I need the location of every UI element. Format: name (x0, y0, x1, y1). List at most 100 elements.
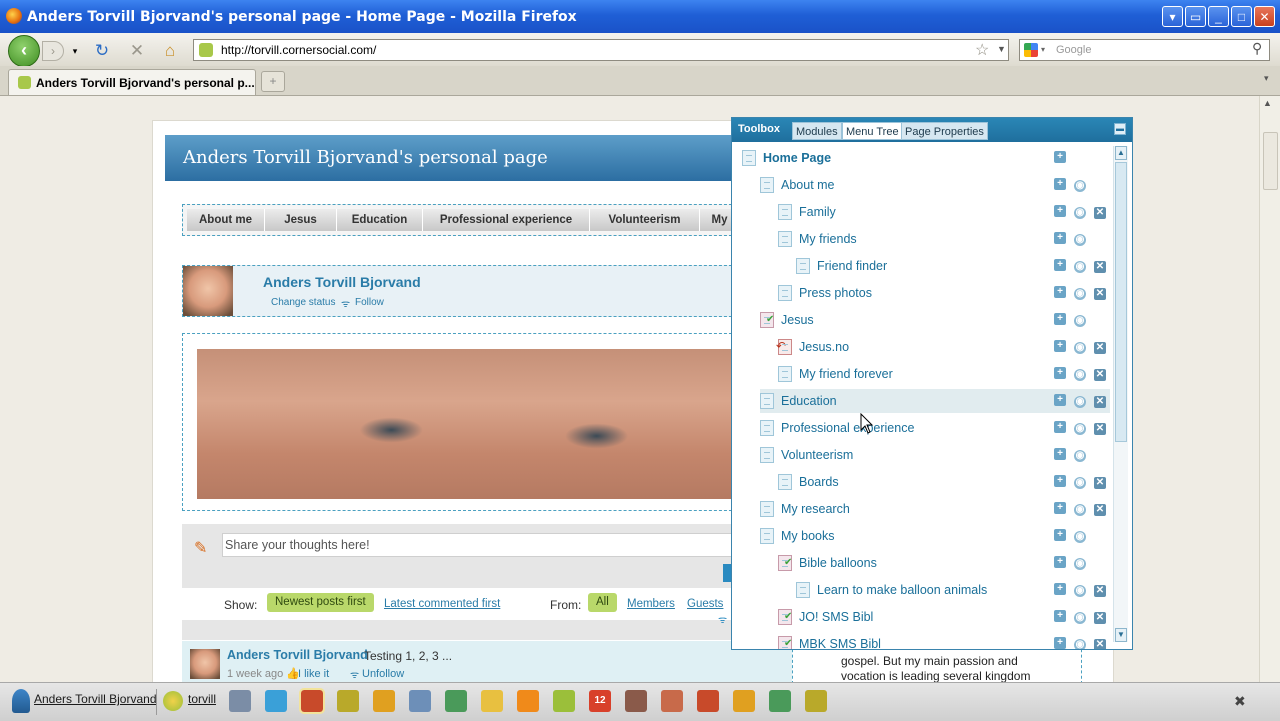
change-status-link[interactable]: Change status (271, 297, 336, 308)
delete-icon[interactable]: ✕ (1094, 369, 1106, 381)
scrollbar-thumb[interactable] (1115, 162, 1127, 442)
visibility-icon[interactable]: ◉ (1074, 585, 1086, 597)
delete-icon[interactable]: ✕ (1094, 477, 1106, 489)
delete-icon[interactable]: ✕ (1094, 396, 1106, 408)
tree-item-press-photos[interactable]: Press photos + ◉ ✕ (732, 282, 1112, 304)
history-dropdown-icon[interactable]: ▾ (65, 41, 85, 61)
add-subpage-icon[interactable]: + (1054, 367, 1066, 379)
search-bar[interactable]: ▾ Google ⚲ (1019, 39, 1270, 61)
tree-item-label[interactable]: My friend forever (799, 363, 893, 385)
google-icon[interactable] (1024, 43, 1038, 57)
url-dropdown-icon[interactable]: ▼ (997, 44, 1006, 54)
forward-button[interactable]: › (42, 41, 64, 61)
filmstrip-icon[interactable] (625, 690, 647, 712)
back-button[interactable]: ‹ (8, 35, 40, 67)
tree-item-professional-experience[interactable]: Professional experience + ◉ ✕ (732, 417, 1112, 439)
search-icon[interactable]: ⚲ (1252, 40, 1262, 57)
add-subpage-icon[interactable]: + (1054, 232, 1066, 244)
layout-icon[interactable] (299, 688, 325, 714)
tree-item-label[interactable]: MBK SMS Bibl (799, 633, 881, 649)
tree-item-label[interactable]: Jesus (781, 309, 814, 331)
latest-commented-first-link[interactable]: Latest commented first (384, 598, 500, 610)
people-icon[interactable] (661, 690, 683, 712)
scroll-down-icon[interactable]: ▼ (1115, 628, 1127, 642)
tree-item-volunteerism[interactable]: Volunteerism + ◉ (732, 444, 1112, 466)
delete-icon[interactable]: ✕ (1094, 639, 1106, 649)
scrollbar-thumb[interactable] (1263, 132, 1278, 190)
delete-icon[interactable]: ✕ (1094, 288, 1106, 300)
tree-item-label[interactable]: Education (781, 390, 837, 412)
tree-item-my-friends[interactable]: My friends + ◉ (732, 228, 1112, 250)
delete-icon[interactable]: ✕ (1094, 612, 1106, 624)
filter-guests-link[interactable]: Guests (687, 598, 723, 610)
calendar-icon[interactable]: 12 (589, 690, 611, 712)
share-placeholder[interactable]: Share your thoughts here! (225, 538, 370, 552)
tree-item-bible-balloons[interactable]: Bible balloons + ◉ (732, 552, 1112, 574)
tree-item-label[interactable]: Bible balloons (799, 552, 877, 574)
add-subpage-icon[interactable]: + (1054, 583, 1066, 595)
tree-item-jesus[interactable]: Jesus + ◉ (732, 309, 1112, 331)
tree-item-friend-finder[interactable]: Friend finder + ◉ ✕ (732, 255, 1112, 277)
delete-icon[interactable]: ✕ (1094, 342, 1106, 354)
stop-icon[interactable]: ✕ (127, 41, 147, 61)
tree-item-label[interactable]: My books (781, 525, 835, 547)
visibility-icon[interactable]: ◉ (1074, 207, 1086, 219)
tree-item-home-page[interactable]: Home Page + (732, 147, 1112, 169)
layout-icon[interactable] (697, 690, 719, 712)
visibility-icon[interactable]: ◉ (1074, 531, 1086, 543)
visibility-icon[interactable]: ◉ (1074, 558, 1086, 570)
image-icon[interactable] (769, 690, 791, 712)
minimize-button[interactable]: _ (1208, 6, 1229, 27)
profile-name[interactable]: Anders Torvill Bjorvand (263, 274, 421, 290)
visibility-icon[interactable]: ◉ (1074, 423, 1086, 435)
newest-posts-first-button[interactable]: Newest posts first (267, 593, 374, 612)
tab-list-icon[interactable]: ▾ (1264, 73, 1269, 84)
close-bar-icon[interactable]: ✖ (1234, 693, 1246, 710)
add-subpage-icon[interactable]: + (1054, 394, 1066, 406)
add-subpage-icon[interactable]: + (1054, 286, 1066, 298)
add-subpage-icon[interactable]: + (1054, 448, 1066, 460)
add-subpage-icon[interactable]: + (1054, 313, 1066, 325)
tree-item-about-me[interactable]: About me + ◉ (732, 174, 1112, 196)
tree-item-label[interactable]: Jesus.no (799, 336, 849, 358)
add-subpage-icon[interactable]: + (1054, 178, 1066, 190)
tree-item-label[interactable]: Learn to make balloon animals (817, 579, 987, 601)
tree-item-my-friend-forever[interactable]: My friend forever + ◉ ✕ (732, 363, 1112, 385)
tab-modules[interactable]: Modules (792, 122, 842, 140)
tree-item-jo-sms-bibl[interactable]: JO! SMS Bibl + ◉ ✕ (732, 606, 1112, 628)
url-text[interactable]: http://torvill.cornersocial.com/ (221, 43, 376, 57)
dropdown-icon[interactable]: ▾ (1162, 6, 1183, 27)
image-icon[interactable] (445, 690, 467, 712)
visibility-icon[interactable]: ◉ (1074, 315, 1086, 327)
tree-item-label[interactable]: Professional experience (781, 417, 914, 439)
tree-item-label[interactable]: My friends (799, 228, 857, 250)
minimize-icon[interactable]: ▬ (1114, 123, 1126, 135)
visibility-icon[interactable]: ◉ (1074, 180, 1086, 192)
add-subpage-icon[interactable]: + (1054, 151, 1066, 163)
filter-members-link[interactable]: Members (627, 598, 675, 610)
scroll-up-icon[interactable]: ▲ (1115, 146, 1127, 160)
url-bar[interactable]: http://torvill.cornersocial.com/ ☆ ▼ (193, 39, 1009, 61)
tree-item-boards[interactable]: Boards + ◉ ✕ (732, 471, 1112, 493)
new-tab-button[interactable]: + (261, 71, 285, 92)
like-link[interactable]: I like it (298, 668, 329, 680)
cube-icon[interactable] (265, 690, 287, 712)
add-subpage-icon[interactable]: + (1054, 340, 1066, 352)
tree-scrollbar[interactable]: ▲ ▼ (1113, 146, 1128, 642)
pencil-icon[interactable] (373, 690, 395, 712)
follow-link[interactable]: Follow (355, 297, 384, 308)
search-input[interactable]: Google (1056, 44, 1091, 56)
network-icon[interactable] (229, 690, 251, 712)
site-identity-icon[interactable] (199, 43, 213, 57)
tab-menu-tree[interactable]: Menu Tree (842, 122, 903, 140)
visibility-icon[interactable]: ◉ (1074, 504, 1086, 516)
notebook-icon[interactable] (805, 690, 827, 712)
checklist-icon[interactable] (553, 690, 575, 712)
maximize-button[interactable]: □ (1231, 6, 1252, 27)
visibility-icon[interactable]: ◉ (1074, 612, 1086, 624)
reload-icon[interactable]: ↻ (92, 41, 112, 61)
visibility-icon[interactable]: ◉ (1074, 261, 1086, 273)
add-subpage-icon[interactable]: + (1054, 205, 1066, 217)
tree-item-label[interactable]: Friend finder (817, 255, 887, 277)
bookmark-star-icon[interactable]: ☆ (975, 40, 989, 60)
